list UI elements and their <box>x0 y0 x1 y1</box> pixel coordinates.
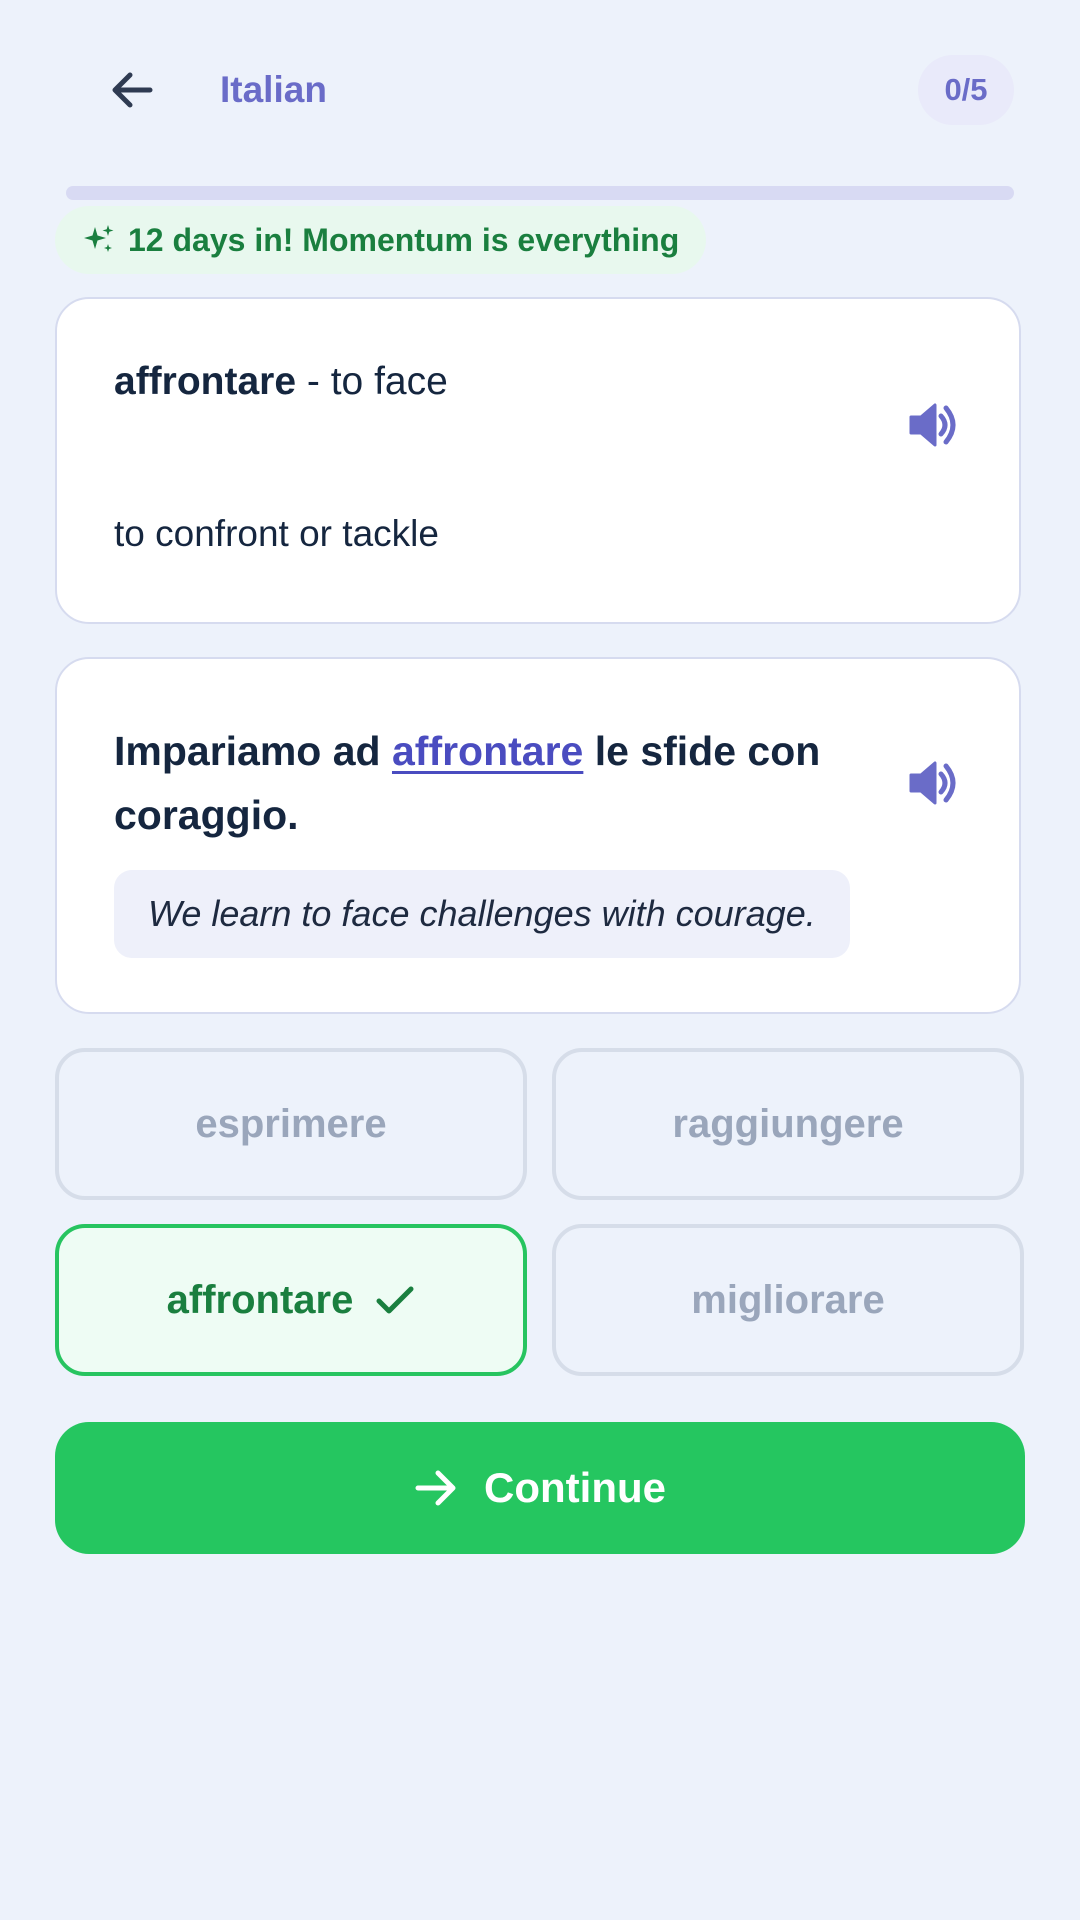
streak-text: 12 days in! Momentum is everything <box>128 221 680 258</box>
word-term: affrontare <box>114 360 297 403</box>
sparkles-icon <box>84 225 114 252</box>
back-button[interactable] <box>104 62 160 118</box>
page-title: Italian <box>220 69 327 110</box>
continue-label: Continue <box>484 1464 666 1511</box>
option-label: migliorare <box>691 1277 885 1322</box>
word-separator: - <box>296 360 331 403</box>
sentence-translation: We learn to face challenges with courage… <box>114 870 850 958</box>
streak-chip: 12 days in! Momentum is everything <box>55 206 707 274</box>
speaker-icon <box>909 761 956 805</box>
option-label: esprimere <box>195 1101 387 1146</box>
option-button[interactable]: raggiungere <box>552 1048 1024 1200</box>
sentence-audio-button[interactable] <box>897 747 969 819</box>
score-badge: 0/5 <box>918 55 1014 125</box>
word-audio-button[interactable] <box>897 389 969 461</box>
word-gloss: to face <box>330 360 448 403</box>
option-label: affrontare <box>166 1277 354 1322</box>
arrow-left-icon <box>112 72 153 108</box>
sentence-card: Impariamo ad affrontare le sfide con cor… <box>55 657 1021 1014</box>
example-sentence: Impariamo ad affrontare le sfide con cor… <box>114 719 834 847</box>
option-button[interactable]: migliorare <box>552 1224 1024 1376</box>
top-bar: Italian 0/5 <box>0 0 1080 180</box>
arrow-right-icon <box>415 1470 456 1506</box>
continue-button[interactable]: Continue <box>55 1422 1025 1554</box>
sentence-highlight: affrontare <box>391 728 584 774</box>
option-label: raggiungere <box>672 1101 904 1146</box>
option-button[interactable]: esprimere <box>55 1048 527 1200</box>
speaker-icon <box>909 403 956 447</box>
word-card: affrontare - to face to confront or tack… <box>55 297 1021 624</box>
word-definition: to confront or tackle <box>114 513 439 554</box>
option-button-correct[interactable]: affrontare <box>55 1224 527 1376</box>
progress-bar <box>66 186 1014 200</box>
word-heading: affrontare - to face <box>114 357 448 407</box>
sentence-before: Impariamo ad <box>114 728 392 774</box>
checkmark-icon <box>376 1286 414 1314</box>
